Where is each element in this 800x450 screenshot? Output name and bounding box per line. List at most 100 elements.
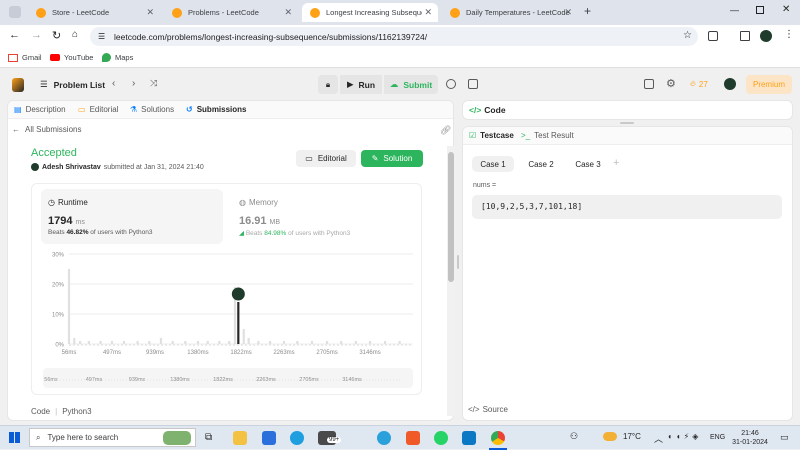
browser-tab-lis[interactable]: Longest Increasing Subsequenc ✕ [302,3,438,22]
tab-submissions[interactable]: ↺ Submissions [186,105,247,114]
tab-testcase[interactable]: ☑ Testcase [469,131,514,140]
close-tab-icon[interactable]: ✕ [424,7,432,18]
clock-time: 21:46 [741,430,759,437]
people-icon[interactable]: ⚇ [570,431,578,442]
timer-icon[interactable] [446,79,456,89]
extensions-icon[interactable] [708,31,718,41]
tab-editorial[interactable]: ▭ Editorial [78,105,118,114]
browser-tab-problems[interactable]: Problems - LeetCode ✕ [164,3,298,22]
distribution-bar [171,341,174,344]
back-icon[interactable]: ← [9,29,20,41]
settings-gear-icon[interactable]: ⚙ [666,77,676,90]
list-icon: ☰ [40,79,48,89]
y-tick-label: 20% [52,283,65,289]
browser-tab-daily[interactable]: Daily Temperatures - LeetCode ✕ [442,3,578,22]
case-1-button[interactable]: Case 1 [472,156,514,172]
chrome-icon[interactable] [491,431,505,445]
forward-icon[interactable]: → [31,29,42,41]
tab-solutions[interactable]: ⚗ Solutions [130,105,174,114]
clock[interactable]: 21:46 31-01-2024 [730,429,770,447]
distribution-bar [87,341,90,344]
restore-icon[interactable] [756,6,764,14]
new-tab-icon[interactable]: + [584,4,591,18]
tray-chevron-icon[interactable]: ︿ [654,432,663,445]
badge-count: 99+ [329,437,340,443]
whatsapp-icon[interactable] [434,431,448,445]
telegram-icon[interactable] [377,431,391,445]
horizontal-resizer[interactable] [620,122,634,124]
nums-input[interactable]: [10,9,2,5,3,7,101,18] [472,195,782,219]
minimize-icon[interactable]: — [730,5,739,15]
shuffle-icon[interactable]: ⤨ [150,78,157,89]
bookmark-star-icon[interactable]: ☆ [683,30,692,41]
tray-icons[interactable]: ◐◖⚡◈ [668,432,701,441]
edge-icon[interactable] [290,431,304,445]
panel-resizer[interactable] [457,255,459,269]
tab-test-result[interactable]: >_ Test Result [521,131,574,140]
nums-value: [10,9,2,5,3,7,101,18] [481,202,583,211]
add-case-icon[interactable]: + [613,157,619,169]
case-label: Case 2 [528,159,554,169]
store-icon[interactable] [262,431,276,445]
close-tab-icon[interactable]: ✕ [564,7,572,18]
close-window-icon[interactable]: ✕ [782,4,790,15]
prev-problem-icon[interactable]: ‹ [112,78,115,89]
windows-start-icon[interactable] [9,432,20,443]
profile-avatar[interactable] [760,30,772,42]
sidepanel-icon[interactable] [740,31,750,41]
tab-search-icon[interactable] [9,6,21,18]
editorial-button[interactable]: ▭ Editorial [296,150,356,167]
problem-list-button[interactable]: ☰ Problem List [40,79,105,90]
bookmark-maps[interactable]: Maps [102,53,133,62]
share-link-icon[interactable]: 🔗︎ [440,125,451,136]
solution-button[interactable]: ✎ Solution [361,150,423,167]
case-3-button[interactable]: Case 3 [567,156,609,172]
app-icon[interactable] [462,431,476,445]
debug-icon[interactable]: 🔒︎ [318,75,338,94]
site-info-icon[interactable]: ☰ [98,32,105,41]
browser-tab-store[interactable]: Store - LeetCode ✕ [28,3,160,22]
brave-icon[interactable] [406,431,420,445]
bookmark-label: Gmail [22,53,42,62]
premium-button[interactable]: Premium [746,75,792,94]
file-explorer-icon[interactable] [233,431,247,445]
task-view-icon[interactable]: ⧉ [205,432,212,443]
browser-tab-title: Problems - LeetCode [188,8,259,17]
memory-box[interactable]: ◍ Memory 16.91 MB ◢ Beats 84.98% of user… [232,189,414,244]
fire-icon: 🔥︎ [690,79,696,88]
taskbar-search-box[interactable]: ⌕ Type here to search [29,428,196,447]
bookmark-gmail[interactable]: Gmail [8,53,42,62]
case-2-button[interactable]: Case 2 [520,156,562,172]
runtime-distribution-chart[interactable]: 30% 20% 10% 0%56ms 497ms 939ms 1380ms 1822ms 226… [31,246,422,396]
leetcode-logo-icon[interactable] [12,78,24,92]
user-avatar[interactable] [724,78,736,90]
next-problem-icon[interactable]: › [132,78,135,89]
close-tab-icon[interactable]: ✕ [146,7,154,18]
close-tab-icon[interactable]: ✕ [284,7,292,18]
home-icon[interactable]: ⌂ [72,29,78,40]
all-submissions-link[interactable]: ← All Submissions [12,125,81,134]
input-language[interactable]: ENG [710,434,725,441]
bookmark-label: Maps [115,53,134,62]
streak-counter[interactable]: 🔥︎ 27 [690,79,708,89]
submit-button[interactable]: ☁ Submit [384,75,438,94]
bookmark-youtube[interactable]: YouTube [50,53,93,62]
layout-icon[interactable] [644,79,654,89]
tab-description[interactable]: ▤ Description [14,105,66,114]
reload-icon[interactable]: ↻ [52,29,61,42]
left-scrollbar-thumb[interactable] [448,152,454,282]
x-tick-label: 2263ms [273,350,294,356]
distribution-bar [196,341,200,344]
run-button[interactable]: ▶ Run [340,75,382,94]
author-name[interactable]: Adesh Shrivastav [42,164,101,171]
weather-widget[interactable]: 17°C [603,432,641,441]
notifications-icon[interactable]: ▭ [780,432,789,443]
notes-icon[interactable] [468,79,478,89]
source-link[interactable]: </> Source [468,405,508,414]
x-tick-label: 497ms [103,350,121,356]
address-bar[interactable]: ☰ leetcode.com/problems/longest-increasi… [90,27,698,46]
user-avatar-marker [231,287,245,301]
memory-beats-prefix: Beats [245,230,263,237]
menu-kebab-icon[interactable]: ⋮ [784,29,794,40]
runtime-box[interactable]: ◷ Runtime 1794 ms Beats 46.82% of users … [41,189,223,244]
